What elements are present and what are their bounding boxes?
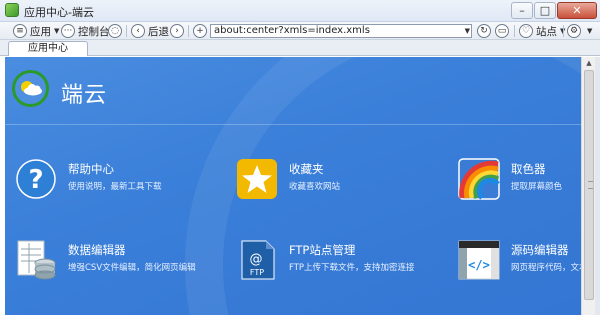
database-icon <box>17 240 56 280</box>
chat-button[interactable]: ◌ <box>108 23 125 39</box>
scroll-up-arrow-icon[interactable]: ▲ <box>582 57 596 69</box>
ftp-icon: @ FTP <box>241 240 275 280</box>
app-center-page: 端云 ? 帮助中心 使用说明，最新工具下载 收藏夹 收藏喜欢网站 取色器 提取屏… <box>5 57 581 315</box>
sites-label: 站点 <box>536 25 557 38</box>
app-name: 收藏夹 <box>289 162 324 176</box>
app-desc: 增强CSV文件编辑，简化网页编辑 <box>68 263 196 273</box>
app-name: 帮助中心 <box>68 162 114 176</box>
star-icon <box>237 159 277 199</box>
menu-icon: ≡ <box>13 24 27 38</box>
chevron-down-icon: ▼ <box>54 27 60 35</box>
apps-menu-button[interactable]: ≡ 应用 ▼ <box>13 23 59 39</box>
back-label: 后退 <box>148 25 169 38</box>
window-title: 应用中心-端云 <box>24 6 94 19</box>
divider <box>5 124 581 125</box>
grip-icon <box>588 181 593 189</box>
app-desc: 使用说明，最新工具下载 <box>68 182 162 192</box>
address-bar[interactable]: about:center?xmls=index.xmls ▼ <box>210 24 472 38</box>
ftp-label: FTP <box>250 268 264 277</box>
address-dropdown-icon[interactable]: ▼ <box>465 25 470 37</box>
app-desc: 提取屏幕颜色 <box>511 182 563 192</box>
cloud-sun-icon <box>21 81 42 96</box>
console-label: 控制台 <box>78 25 110 38</box>
chat-bubble-icon: ◌ <box>108 24 122 38</box>
app-name: 源码编辑器 <box>511 243 569 257</box>
app-name: 取色器 <box>511 162 546 176</box>
app-logo-icon <box>5 3 19 17</box>
toolbar-separator <box>563 25 564 37</box>
refresh-button[interactable]: ↻ <box>477 23 494 39</box>
toolbar: ≡ 应用 ▼ ··· 控制台 ◌ ‹ 后退 › + about:center?x… <box>0 22 600 40</box>
refresh-icon: ↻ <box>477 24 491 38</box>
window-frame <box>595 57 600 315</box>
tab-bar: 应用中心 <box>0 40 600 56</box>
app-desc: 网页程序代码，文本 <box>511 263 581 273</box>
toolbar-separator <box>188 25 189 37</box>
sites-button[interactable]: ♡ 站点 ▼ <box>519 23 565 39</box>
forward-button[interactable]: › <box>170 23 187 39</box>
back-arrow-icon: ‹ <box>131 24 145 38</box>
app-name: 数据编辑器 <box>68 243 126 257</box>
console-button[interactable]: ··· 控制台 <box>61 23 110 39</box>
open-folder-button[interactable]: ▭ <box>495 23 512 39</box>
svg-text:</>: </> <box>468 258 490 272</box>
folder-icon: ▭ <box>495 24 509 38</box>
gear-icon: ⚙ <box>567 24 581 38</box>
svg-text:@: @ <box>250 252 263 267</box>
scroll-thumb[interactable] <box>584 70 594 300</box>
address-text: about:center?xmls=index.xmls <box>214 25 370 36</box>
plus-icon: + <box>193 24 207 38</box>
settings-button[interactable]: ⚙ ▼ <box>567 23 592 39</box>
minimize-button[interactable]: – <box>511 2 533 19</box>
apps-menu-label: 应用 <box>30 25 51 38</box>
more-icon: ··· <box>61 24 75 38</box>
back-button[interactable]: ‹ 后退 <box>131 23 169 39</box>
help-icon: ? <box>16 159 56 199</box>
window-controls: – □ ✕ <box>510 2 597 19</box>
help-glyph: ? <box>28 165 43 195</box>
app-desc: FTP上传下载文件，支持加密连接 <box>289 263 415 273</box>
tab-app-center[interactable]: 应用中心 <box>8 41 88 56</box>
maximize-button[interactable]: □ <box>534 2 556 19</box>
brand-name: 端云 <box>61 83 108 108</box>
toolbar-separator <box>126 25 127 37</box>
title-bar: 应用中心-端云 – □ ✕ <box>0 0 600 22</box>
close-button[interactable]: ✕ <box>557 2 597 19</box>
vertical-scrollbar[interactable]: ▲ <box>581 57 595 315</box>
chevron-down-icon: ▼ <box>587 27 593 35</box>
heart-icon: ♡ <box>519 24 533 38</box>
rainbow-icon <box>458 158 500 200</box>
new-tab-button[interactable]: + <box>193 23 210 39</box>
toolbar-separator <box>514 25 515 37</box>
code-editor-icon: </> <box>458 240 500 280</box>
forward-arrow-icon: › <box>170 24 184 38</box>
app-name: FTP站点管理 <box>289 243 356 257</box>
app-desc: 收藏喜欢网站 <box>289 182 341 192</box>
